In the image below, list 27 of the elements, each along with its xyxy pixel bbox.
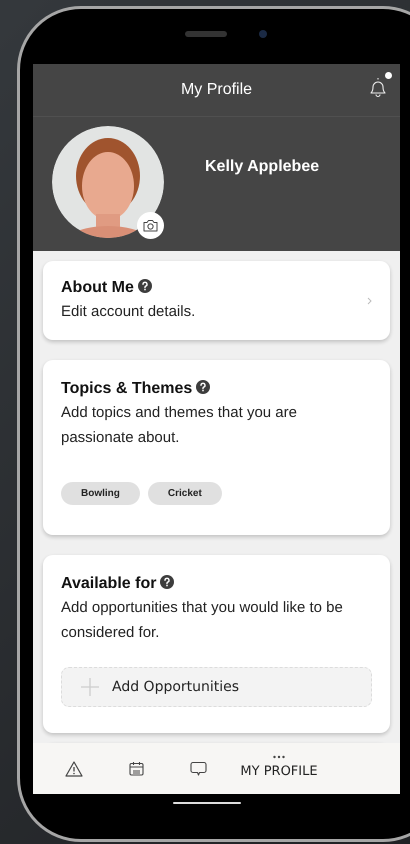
- card-title: Available for: [61, 573, 372, 595]
- card-title: About Me: [61, 277, 367, 299]
- card-description: Edit account details.: [61, 302, 196, 322]
- card-description: Add topics and themes that you are passionate about.: [61, 403, 298, 448]
- camera-button[interactable]: [137, 212, 164, 239]
- chevron-right-icon: [367, 296, 372, 304]
- chat-icon: [190, 760, 206, 776]
- add-opportunities-button[interactable]: Add Opportunities: [61, 667, 372, 707]
- warning-icon: [65, 760, 83, 776]
- plus-icon: [80, 677, 100, 697]
- card-description: Add opportunities that you would like to be considered for.: [61, 598, 344, 643]
- calendar-icon: [128, 761, 144, 776]
- camera-lens: [259, 30, 267, 38]
- about-card[interactable]: About Me Edit account details.: [43, 261, 390, 340]
- topic-tag[interactable]: Cricket: [148, 482, 222, 505]
- tab-button[interactable]: MY PROFILE: [229, 746, 329, 790]
- card-title: Topics & Themes: [61, 378, 372, 400]
- more-icon: [272, 755, 286, 760]
- help-icon[interactable]: [196, 380, 210, 394]
- speaker-grille: [185, 31, 227, 37]
- help-icon[interactable]: [138, 279, 152, 293]
- profile-name: Kelly Applebee: [205, 157, 320, 177]
- camera-icon: [143, 219, 158, 232]
- page-title: My Profile: [180, 80, 252, 100]
- home-indicator: [173, 802, 241, 804]
- help-icon[interactable]: [160, 575, 174, 589]
- topic-tag[interactable]: Bowling: [61, 482, 140, 505]
